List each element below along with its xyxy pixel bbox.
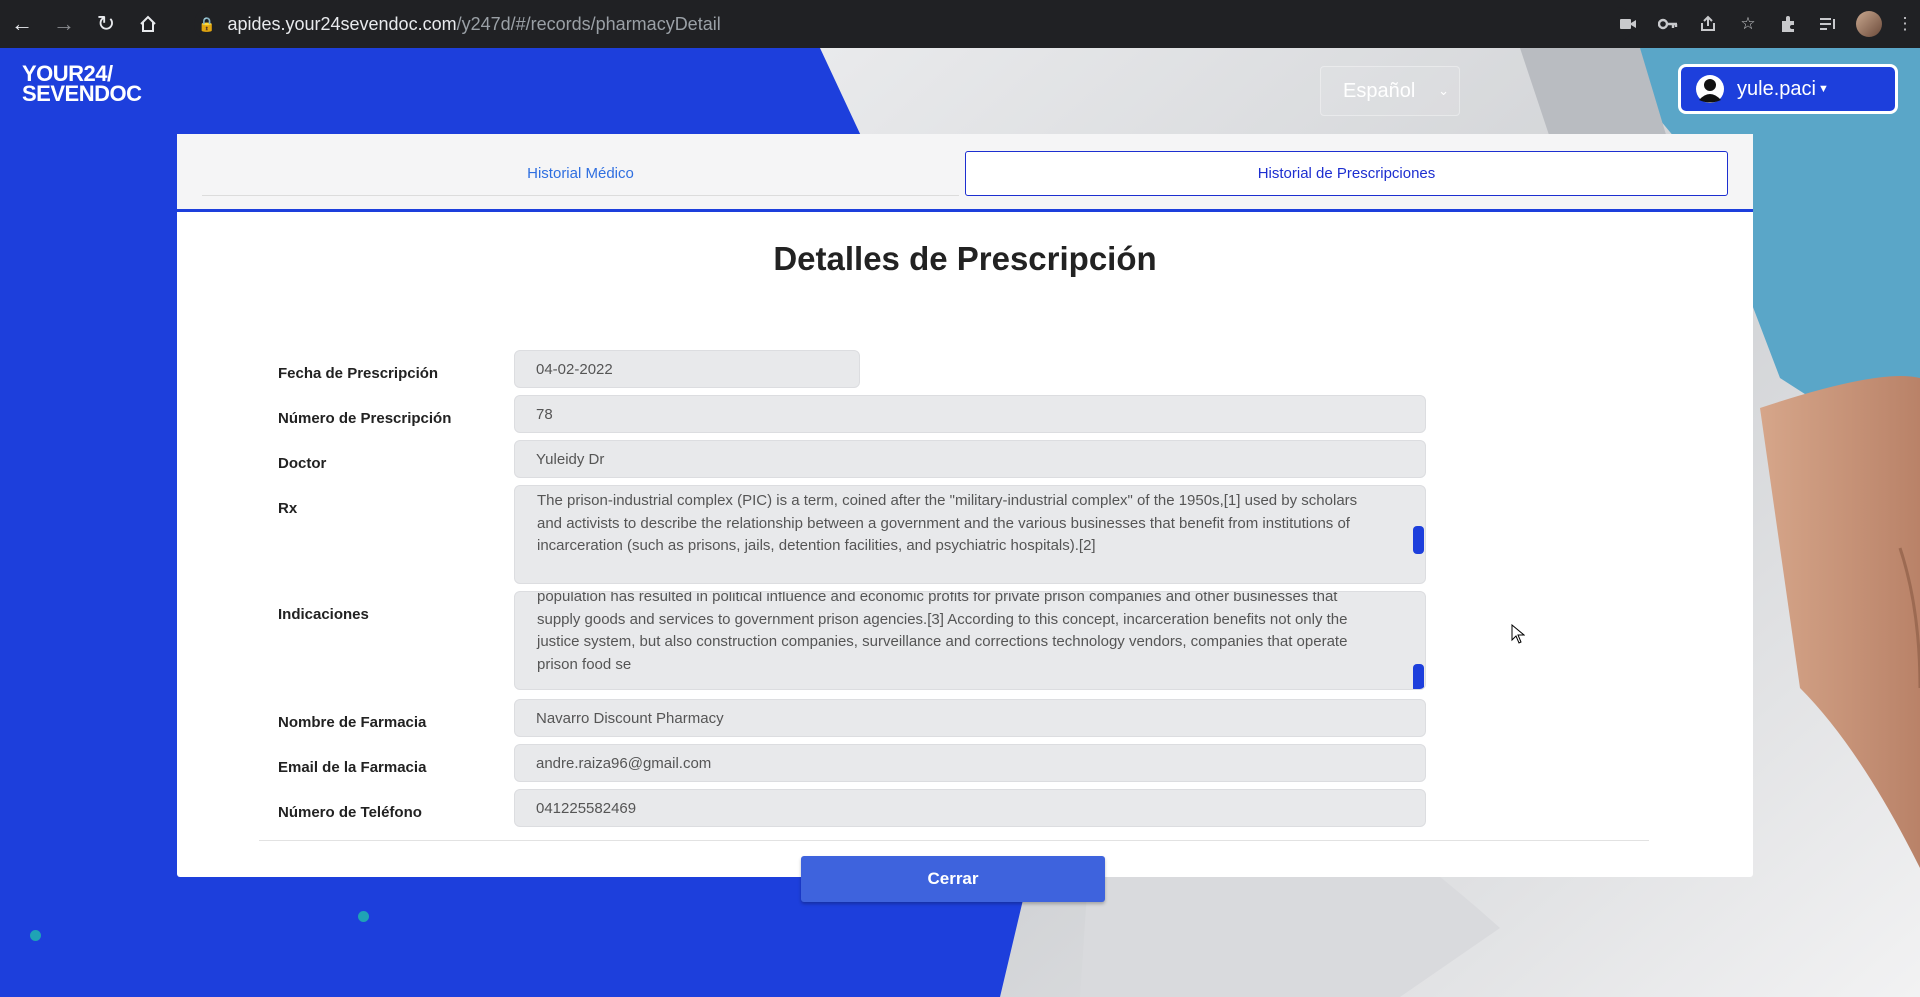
numero-field[interactable]: 78 (514, 395, 1426, 433)
caret-down-icon: ▼ (1817, 83, 1829, 95)
label-numero: Número de Prescripción (278, 410, 452, 427)
bookmark-star-icon[interactable]: ☆ (1728, 4, 1768, 44)
label-rx: Rx (278, 500, 298, 517)
indicaciones-scrollbar[interactable] (1413, 664, 1424, 689)
divider (259, 840, 1649, 841)
page-title: Detalles de Prescripción (773, 240, 1157, 277)
menu-kebab-icon[interactable]: ⋮ (1890, 4, 1920, 44)
label-doctor: Doctor (278, 455, 327, 472)
extensions-icon[interactable] (1768, 4, 1808, 44)
user-menu-button[interactable]: yule.paci ▼ (1678, 64, 1898, 114)
label-telefono: Número de Teléfono (278, 804, 422, 821)
indicaciones-text: population has resulted in political inf… (537, 591, 1348, 673)
indicaciones-textarea[interactable]: population has resulted in political inf… (514, 591, 1426, 690)
reading-list-icon[interactable] (1808, 4, 1848, 44)
forward-icon[interactable]: → (44, 4, 84, 44)
chevron-down-icon: ⌄ (1438, 83, 1449, 98)
rx-text: The prison-industrial complex (PIC) is a… (537, 492, 1358, 554)
address-bar[interactable]: 🔒 apides.your24sevendoc.com/y247d/#/reco… (194, 7, 1634, 41)
language-label: Español (1343, 79, 1416, 102)
decor-dot (30, 930, 41, 941)
email-field[interactable]: andre.raiza96@gmail.com (514, 744, 1426, 782)
tab-prescription-history[interactable]: Historial de Prescripciones (965, 151, 1728, 196)
profile-avatar[interactable] (1856, 11, 1882, 37)
prescription-card: Historial Médico Historial de Prescripci… (177, 134, 1753, 902)
label-email: Email de la Farmacia (278, 759, 427, 776)
share-icon[interactable] (1688, 4, 1728, 44)
farmacia-field[interactable]: Navarro Discount Pharmacy (514, 699, 1426, 737)
label-fecha: Fecha de Prescripción (278, 365, 439, 382)
home-icon[interactable] (128, 4, 168, 44)
rx-textarea[interactable]: The prison-industrial complex (PIC) is a… (514, 485, 1426, 584)
browser-toolbar: ← → ↻ 🔒 apides.your24sevendoc.com/y247d/… (0, 0, 1920, 48)
close-button[interactable]: Cerrar (801, 856, 1105, 902)
mouse-cursor-icon (1511, 624, 1525, 644)
rx-scrollbar[interactable] (1413, 526, 1424, 554)
language-select[interactable]: Español ⌄ (1320, 66, 1460, 116)
key-icon[interactable] (1648, 4, 1688, 44)
label-indicaciones: Indicaciones (278, 606, 369, 623)
lock-icon: 🔒 (198, 15, 216, 32)
telefono-field[interactable]: 041225582469 (514, 789, 1426, 827)
fecha-field[interactable]: 04-02-2022 (514, 350, 860, 388)
decor-dot (358, 911, 369, 922)
url-host: apides.your24sevendoc.com (227, 13, 457, 34)
doctor-field[interactable]: Yuleidy Dr (514, 440, 1426, 478)
user-name: yule.paci (1737, 77, 1816, 100)
url-path: /y247d/#/records/pharmacyDetail (456, 13, 721, 34)
logo-line2: SEVENDOC (22, 81, 142, 106)
tab-bar: Historial Médico Historial de Prescripci… (177, 134, 1753, 212)
page-background: YOUR24/ SEVENDOC Español ⌄ yule.paci ▼ H… (0, 48, 1920, 997)
back-icon[interactable]: ← (2, 4, 42, 44)
label-farmacia: Nombre de Farmacia (278, 714, 427, 731)
user-icon (1696, 75, 1724, 103)
camera-icon[interactable] (1608, 4, 1648, 44)
brand-logo[interactable]: YOUR24/ SEVENDOC (22, 63, 142, 106)
tab-medical-history[interactable]: Historial Médico (202, 151, 959, 196)
reload-icon[interactable]: ↻ (86, 4, 126, 44)
